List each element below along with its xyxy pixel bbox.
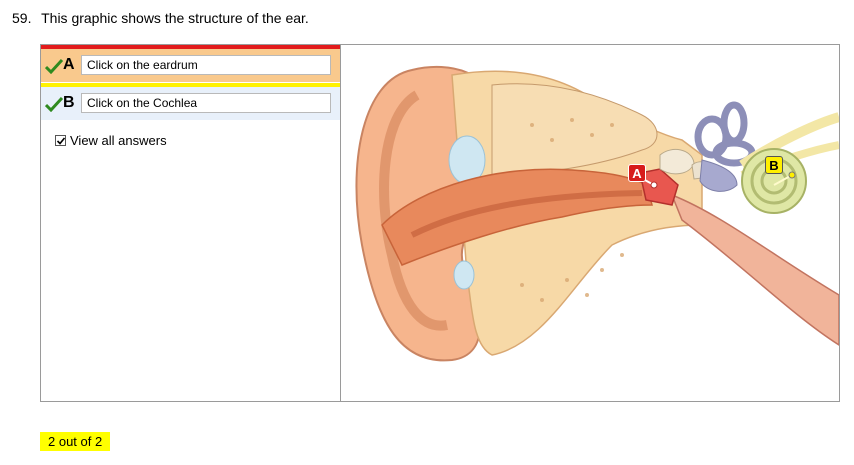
- marker-b-cochlea[interactable]: B: [765, 156, 783, 174]
- view-all-answers-toggle[interactable]: View all answers: [55, 133, 167, 148]
- question-panel: A Click on the eardrum B Click on the Co…: [40, 44, 840, 402]
- answer-pane: A Click on the eardrum B Click on the Co…: [41, 45, 341, 401]
- answer-text-a: Click on the eardrum: [81, 55, 331, 75]
- question-text: This graphic shows the structure of the …: [41, 10, 309, 26]
- check-icon: [45, 96, 63, 112]
- answer-row-a[interactable]: A Click on the eardrum: [41, 45, 340, 82]
- question-number: 59.: [12, 10, 32, 26]
- answer-row-b[interactable]: B Click on the Cochlea: [41, 83, 340, 120]
- answer-letter-b: B: [63, 94, 75, 111]
- score-badge: 2 out of 2: [40, 432, 111, 451]
- checkbox-check-icon: [56, 137, 66, 145]
- check-icon: [45, 58, 63, 74]
- view-all-checkbox[interactable]: [55, 135, 66, 146]
- answer-letter-a: A: [63, 56, 75, 73]
- view-all-label: View all answers: [70, 133, 167, 148]
- marker-a-eardrum[interactable]: A: [628, 164, 646, 182]
- ear-diagram[interactable]: A B: [342, 45, 839, 401]
- question-heading: 59. This graphic shows the structure of …: [12, 10, 309, 26]
- answer-text-b: Click on the Cochlea: [81, 93, 331, 113]
- ear-illustration: [355, 65, 839, 362]
